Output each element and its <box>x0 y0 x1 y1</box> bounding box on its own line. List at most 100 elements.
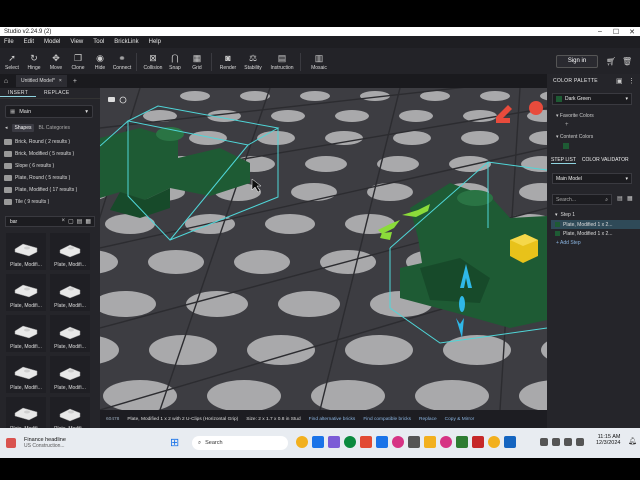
menu-icon[interactable]: ⋮ <box>628 77 635 85</box>
new-tab-icon[interactable]: + <box>73 78 77 85</box>
palette-icon[interactable]: ▣ <box>616 77 623 85</box>
move-tool[interactable]: ✥ Move <box>46 53 66 71</box>
all-categories-link[interactable]: BL Categories <box>38 125 70 131</box>
list-item[interactable]: Slope ( 6 results ) <box>4 160 94 172</box>
studio-icon[interactable] <box>456 436 468 448</box>
content-color-swatch[interactable] <box>563 143 569 149</box>
stability-tool[interactable]: ⚖ Stability <box>240 53 266 71</box>
part-tile[interactable]: Plate, Modifi... <box>50 315 90 352</box>
render-tool[interactable]: ◙ Render <box>218 53 238 71</box>
wifi-icon[interactable] <box>540 438 548 446</box>
menu-tool[interactable]: Tool <box>93 39 104 45</box>
minimize-button[interactable]: – <box>592 28 608 36</box>
model-select[interactable]: Main Model ▾ <box>552 173 632 184</box>
windows-start-icon[interactable]: ⊞ <box>170 436 182 449</box>
part-tile[interactable]: Plate, Modifi... <box>50 356 90 393</box>
find-alternative-link[interactable]: Find alternative bricks <box>309 417 356 422</box>
menu-bricklink[interactable]: BrickLink <box>114 39 138 45</box>
app-icon[interactable] <box>440 436 452 448</box>
app-icon[interactable] <box>488 436 500 448</box>
battery-icon[interactable] <box>564 438 572 446</box>
file-explorer-icon[interactable] <box>296 436 308 448</box>
viewport-controls[interactable] <box>108 96 127 104</box>
chevron-up-icon[interactable] <box>576 438 584 446</box>
settings-icon[interactable] <box>408 436 420 448</box>
tab-color-validator[interactable]: COLOR VALIDATOR <box>582 157 629 164</box>
view-icon[interactable]: ▦ <box>627 195 633 202</box>
system-clock[interactable]: 11:15 AM 12/3/2024 <box>596 434 620 446</box>
cart-icon[interactable]: 🛒︎ <box>606 57 616 66</box>
edge-icon[interactable] <box>312 436 324 448</box>
hinge-tool[interactable]: ↻ Hinge <box>24 53 44 71</box>
sign-in-button[interactable]: Sign in <box>556 55 598 68</box>
word-icon[interactable] <box>504 436 516 448</box>
tab-untitled-model[interactable]: Untitled Model* × <box>16 75 67 87</box>
trash-icon[interactable]: 🗑︎ <box>622 57 632 66</box>
part-tile[interactable]: Plate, Modifi... <box>6 356 46 393</box>
close-button[interactable]: ✕ <box>624 28 640 36</box>
close-tab-icon[interactable]: × <box>59 78 62 84</box>
menu-edit[interactable]: Edit <box>24 39 34 45</box>
menu-help[interactable]: Help <box>149 39 161 45</box>
taskbar-search[interactable]: ⌕ Search <box>192 436 288 450</box>
app-icon[interactable] <box>392 436 404 448</box>
list-item[interactable]: Brick, Round ( 2 results ) <box>4 136 94 148</box>
menu-file[interactable]: File <box>4 39 14 45</box>
part-search-input[interactable]: bar × ▢ ▤ ▦ <box>5 216 95 227</box>
filter-icon[interactable]: ▢ <box>68 218 74 225</box>
tab-insert[interactable]: INSERT <box>0 90 37 97</box>
hide-tool[interactable]: ◉ Hide <box>90 53 110 71</box>
color-select[interactable]: Dark Green ▾ <box>552 93 632 105</box>
folder-icon[interactable] <box>424 436 436 448</box>
clone-tool[interactable]: ❐ Clone <box>68 53 88 71</box>
find-compatible-link[interactable]: Find compatible bricks <box>363 417 411 422</box>
scene-canvas[interactable] <box>100 88 547 410</box>
instruction-tool[interactable]: ▤ Instruction <box>268 53 296 71</box>
add-step-button[interactable]: + Add Step <box>556 240 581 246</box>
news-icon[interactable] <box>6 438 16 448</box>
replace-link[interactable]: Replace <box>419 417 437 422</box>
filter-icon[interactable]: ▤ <box>617 195 623 202</box>
teams-icon[interactable] <box>328 436 340 448</box>
chrome-icon[interactable] <box>376 436 388 448</box>
tab-step-list[interactable]: STEP LIST <box>551 157 576 164</box>
connect-tool[interactable]: ⚭ Connect <box>112 53 132 71</box>
part-tile[interactable]: Plate, Modifi... <box>6 233 46 270</box>
app-icon[interactable] <box>472 436 484 448</box>
part-tile[interactable]: Plate, Modifi... <box>50 274 90 311</box>
select-tool[interactable]: ➚ Select <box>2 53 22 71</box>
menu-view[interactable]: View <box>70 39 83 45</box>
library-select[interactable]: ▦ Main ▾ <box>5 105 93 118</box>
step-item[interactable]: Plate, Modified 1 x 2... <box>551 229 640 238</box>
tab-replace[interactable]: REPLACE <box>36 90 77 96</box>
back-icon[interactable]: ◂ <box>5 125 8 131</box>
step-item[interactable]: Plate, Modified 1 x 2... <box>551 220 640 229</box>
content-colors-label[interactable]: ▾ Content Colors <box>556 134 593 140</box>
step-header[interactable]: ▾ Step 1 <box>551 210 640 219</box>
copy-mirror-link[interactable]: Copy & Mirror <box>445 417 475 422</box>
part-tile[interactable]: Plate, Modifi... <box>6 315 46 352</box>
part-tile[interactable]: Plate, Modifi... <box>50 233 90 270</box>
clear-icon[interactable]: × <box>61 218 65 225</box>
volume-icon[interactable] <box>552 438 560 446</box>
step-search-input[interactable]: Search... ⌕ <box>552 194 612 205</box>
grid-tool[interactable]: ▦ Grid <box>187 53 207 71</box>
menu-model[interactable]: Model <box>44 39 60 45</box>
grid-view-icon[interactable]: ▦ <box>85 218 91 225</box>
excel-icon[interactable] <box>344 436 356 448</box>
favorite-colors-label[interactable]: ▾ Favorite Colors <box>556 113 594 119</box>
list-item[interactable]: Tile ( 9 results ) <box>4 196 94 208</box>
add-favorite-icon[interactable]: + <box>565 122 569 128</box>
part-tile[interactable]: Plate, Modifi... <box>6 274 46 311</box>
list-item[interactable]: Plate, Modified ( 17 results ) <box>4 184 94 196</box>
snap-tool[interactable]: ⋂ Snap <box>165 53 185 71</box>
3d-viewport[interactable] <box>100 88 547 410</box>
maximize-button[interactable]: ☐ <box>608 28 624 36</box>
collision-tool[interactable]: ⊠ Collision <box>143 53 163 71</box>
office-icon[interactable] <box>360 436 372 448</box>
shapes-chip[interactable]: Shapes <box>11 123 35 132</box>
notification-icon[interactable]: 🔔︎ <box>628 437 637 445</box>
list-item[interactable]: Plate, Round ( 5 results ) <box>4 172 94 184</box>
list-item[interactable]: Brick, Modified ( 5 results ) <box>4 148 94 160</box>
news-widget[interactable]: Finance headline US Construction... <box>24 437 66 449</box>
